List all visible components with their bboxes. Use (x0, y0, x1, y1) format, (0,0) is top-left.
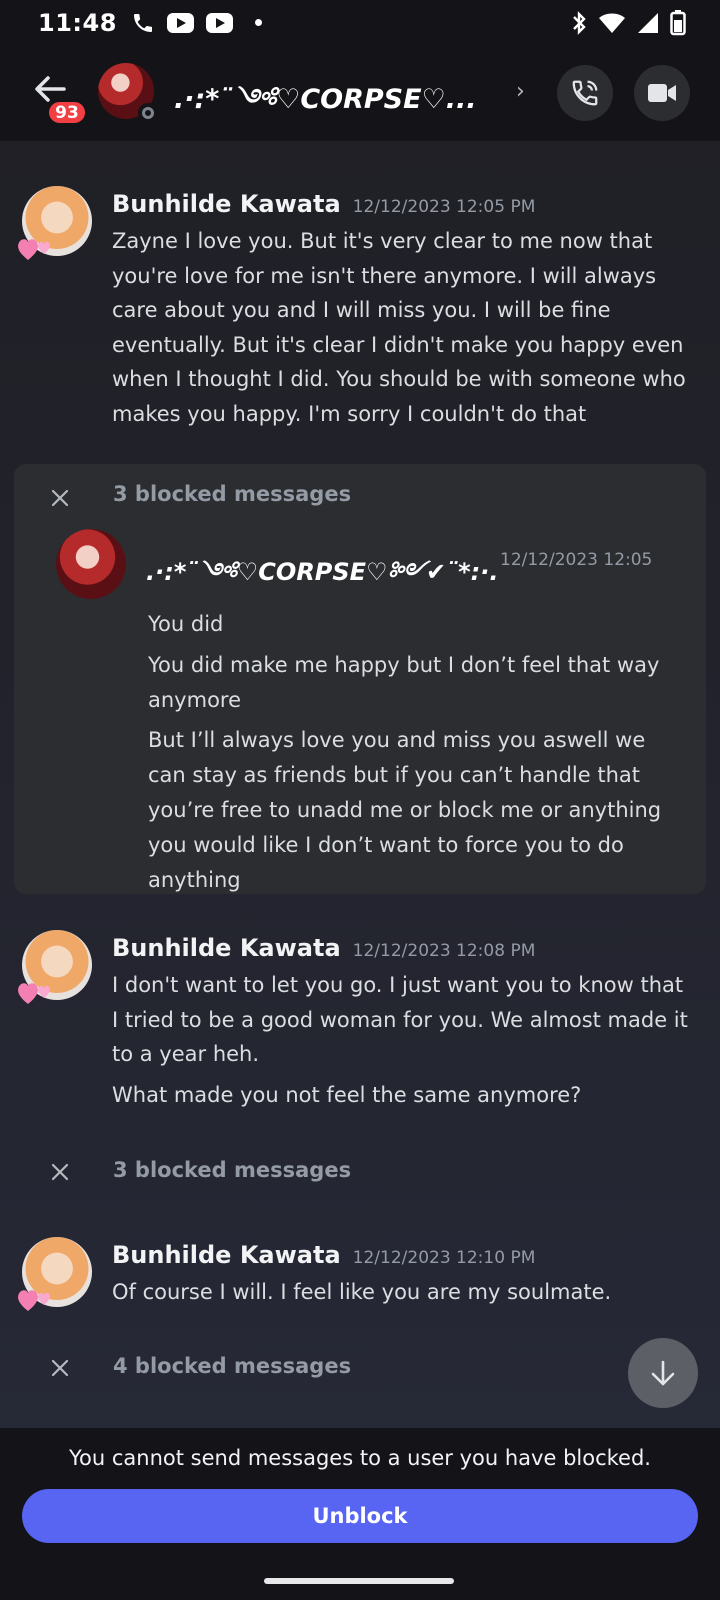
status-time: 11:48 (38, 8, 117, 37)
message-author[interactable]: .·:*¨༺♡CORPSE♡༻✔¨*:·. (146, 546, 498, 613)
hearts-icon (18, 983, 50, 1004)
blocked-footer: You cannot send messages to a user you h… (0, 1428, 720, 1560)
bluetooth-icon (573, 10, 586, 35)
navigation-bar (0, 1560, 720, 1600)
message-timestamp: 12/12/2023 12:08 PM (352, 941, 536, 961)
message-timestamp: 12/12/2023 12:10 PM (352, 1248, 536, 1268)
message-text: You did make me happy but I don’t feel t… (148, 653, 660, 712)
avatar[interactable] (16, 186, 94, 262)
message-author[interactable]: Bunhilde Kawata 12/12/2023 12:05 PM (112, 190, 535, 218)
phone-icon (133, 13, 152, 32)
blocked-notice: You cannot send messages to a user you h… (69, 1446, 651, 1470)
message-text: Zayne I love you. But it's very clear to… (112, 229, 686, 426)
battery-icon (670, 9, 686, 35)
voice-call-button[interactable] (557, 65, 613, 121)
blocked-messages-label[interactable]: 3 blocked messages (113, 482, 351, 506)
message-timestamp: 12/12/2023 12:05 (500, 550, 653, 570)
video-camera-icon (648, 84, 676, 102)
chevron-right-icon[interactable]: › (516, 79, 525, 104)
avatar[interactable] (16, 930, 94, 1006)
status-bar: 11:48 (0, 0, 720, 45)
blocked-messages-row[interactable]: 4 blocked messages (0, 1348, 720, 1388)
avatar[interactable] (16, 1237, 94, 1313)
avatar[interactable] (56, 529, 126, 599)
hearts-icon (18, 239, 50, 260)
message-author[interactable]: Bunhilde Kawata 12/12/2023 12:08 PM (112, 934, 535, 962)
message-text: Of course I will. I feel like you are my… (112, 1280, 612, 1304)
home-indicator[interactable] (264, 1578, 454, 1584)
blocked-messages-row[interactable]: 3 blocked messages (0, 1152, 720, 1192)
blocked-messages-label[interactable]: 4 blocked messages (113, 1354, 351, 1378)
channel-title[interactable]: .·:*¨༺♡CORPSE♡... (174, 69, 494, 145)
message-text: But I’ll always love you and miss you as… (148, 728, 662, 892)
scroll-to-bottom-button[interactable] (628, 1338, 698, 1408)
message-author[interactable]: Bunhilde Kawata 12/12/2023 12:10 PM (112, 1241, 535, 1269)
youtube-icon (205, 12, 233, 33)
blocked-messages-label[interactable]: 3 blocked messages (113, 1158, 351, 1182)
message-text: You did (148, 612, 224, 636)
message-text: I don't want to let you go. I just want … (112, 973, 688, 1066)
chat-header: 93 .·:*¨༺♡CORPSE♡... › (0, 45, 720, 141)
close-icon[interactable] (48, 1160, 72, 1184)
video-call-button[interactable] (634, 65, 690, 121)
message-text: What made you not feel the same anymore? (112, 1083, 582, 1107)
youtube-icon (166, 12, 194, 33)
arrow-down-icon (651, 1360, 675, 1386)
wifi-icon (599, 13, 625, 33)
close-icon[interactable] (48, 486, 72, 510)
signal-icon (638, 12, 658, 33)
unread-badge: 93 (46, 99, 88, 126)
offline-status-icon (138, 103, 158, 123)
hearts-icon (18, 1290, 50, 1311)
avatar[interactable] (98, 63, 158, 123)
phone-call-icon (572, 80, 598, 106)
notification-dot-icon (254, 19, 262, 26)
blocked-messages-panel: 3 blocked messages .·:*¨༺♡CORPSE♡༻✔¨*:·.… (14, 464, 706, 894)
unblock-button[interactable]: Unblock (22, 1489, 698, 1543)
close-icon[interactable] (48, 1356, 72, 1380)
message-timestamp: 12/12/2023 12:05 PM (352, 197, 536, 217)
